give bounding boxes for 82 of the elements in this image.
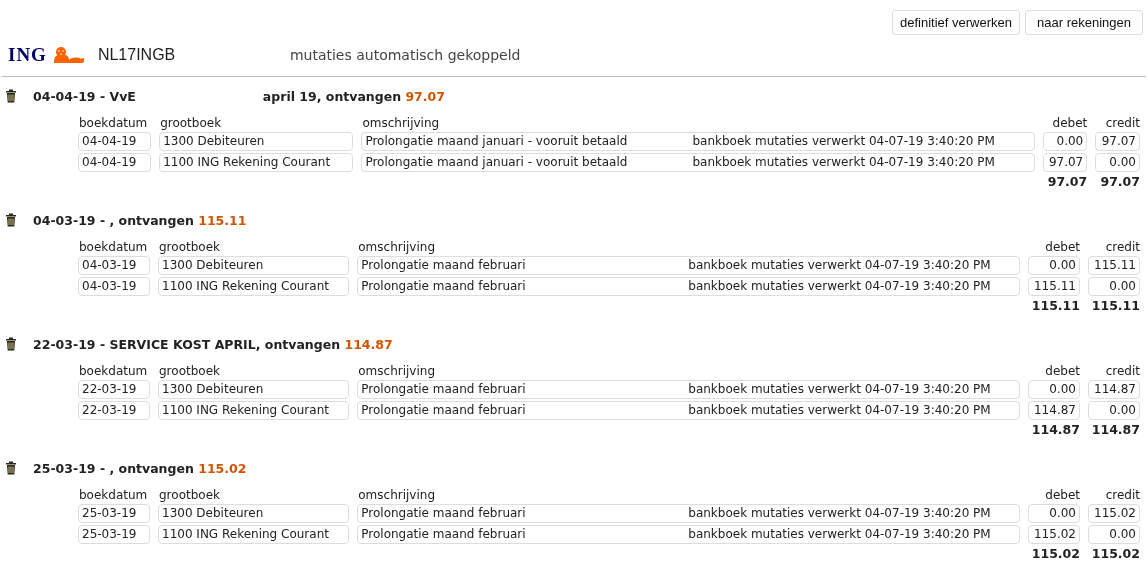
- date-field[interactable]: 04-03-19: [78, 256, 150, 275]
- column-header: omschrijving: [358, 364, 435, 378]
- credit-total: 97.07: [1100, 174, 1140, 189]
- column-header: debet: [1052, 116, 1088, 130]
- debet-field[interactable]: 115.02: [1028, 525, 1080, 544]
- column-header: omschrijving: [358, 488, 435, 502]
- description-field[interactable]: Prolongatie maand januari - vooruit betaald bankboek mutaties verwerkt 04-07-19 3:40:20 PM: [361, 132, 1035, 151]
- ledger-field[interactable]: 1100 ING Rekening Courant: [158, 401, 350, 420]
- entry-title: 25-03-19 - , ontvangen 115.02: [33, 460, 247, 476]
- debet-total: 115.02: [1031, 546, 1080, 561]
- description-field[interactable]: Prolongatie maand januari - vooruit betaald bankboek mutaties verwerkt 04-07-19 3:40:20 PM: [361, 153, 1035, 172]
- ledger-field[interactable]: 1100 ING Rekening Courant: [158, 525, 350, 544]
- credit-total: 114.87: [1091, 422, 1140, 437]
- column-header: debet: [1045, 364, 1080, 378]
- ledger-field[interactable]: 1100 ING Rekening Courant: [159, 153, 354, 172]
- ledger-field[interactable]: 1300 Debiteuren: [158, 380, 350, 399]
- debet-field[interactable]: 0.00: [1028, 504, 1080, 523]
- column-header: boekdatum: [79, 116, 148, 130]
- credit-field[interactable]: 0.00: [1095, 153, 1140, 172]
- credit-field[interactable]: 0.00: [1088, 525, 1140, 544]
- column-header: debet: [1045, 240, 1080, 254]
- trash-icon[interactable]: [5, 337, 17, 351]
- debet-field[interactable]: 114.87: [1028, 401, 1080, 420]
- column-header: credit: [1105, 488, 1140, 502]
- trash-icon[interactable]: [5, 89, 17, 103]
- credit-total: 115.02: [1091, 546, 1140, 561]
- column-header: grootboek: [159, 364, 220, 378]
- account-number: NL17INGB: [97, 46, 177, 64]
- date-field[interactable]: 25-03-19: [78, 504, 150, 523]
- description-field[interactable]: Prolongatie maand februari bankboek mutaties verwerkt 04-07-19 3:40:20 PM: [357, 277, 1020, 296]
- description-field[interactable]: Prolongatie maand februari bankboek mutaties verwerkt 04-07-19 3:40:20 PM: [357, 256, 1020, 275]
- date-field[interactable]: 25-03-19: [78, 525, 150, 544]
- column-header: grootboek: [159, 488, 220, 502]
- ledger-field[interactable]: 1300 Debiteuren: [158, 504, 350, 523]
- entry-title: 04-04-19 - VvE: [33, 88, 136, 104]
- date-field[interactable]: 04-04-19: [78, 132, 152, 151]
- column-header: debet: [1045, 488, 1080, 502]
- debet-field[interactable]: 97.07: [1042, 153, 1088, 172]
- credit-field[interactable]: 0.00: [1088, 277, 1140, 296]
- column-header: credit: [1105, 364, 1140, 378]
- credit-field[interactable]: 115.11: [1088, 256, 1140, 275]
- column-header: credit: [1105, 240, 1140, 254]
- date-field[interactable]: 22-03-19: [78, 401, 150, 420]
- debet-total: 115.11: [1031, 298, 1080, 313]
- entry-title: 22-03-19 - SERVICE KOST APRIL, ontvangen 114.87: [33, 336, 393, 352]
- action-button[interactable]: naar rekeningen: [1025, 10, 1143, 35]
- credit-field[interactable]: 114.87: [1088, 380, 1140, 399]
- logo-text: ING: [8, 44, 47, 66]
- column-header: boekdatum: [79, 240, 148, 254]
- column-header: credit: [1105, 116, 1140, 130]
- debet-total: 114.87: [1031, 422, 1080, 437]
- credit-field[interactable]: 115.02: [1088, 504, 1140, 523]
- ledger-field[interactable]: 1300 Debiteuren: [158, 256, 350, 275]
- ledger-field[interactable]: 1100 ING Rekening Courant: [158, 277, 350, 296]
- credit-field[interactable]: 97.07: [1095, 132, 1140, 151]
- column-header: omschrijving: [358, 240, 435, 254]
- column-header: grootboek: [160, 116, 222, 130]
- credit-field[interactable]: 0.00: [1088, 401, 1140, 420]
- trash-icon[interactable]: [5, 213, 17, 227]
- date-field[interactable]: 04-03-19: [78, 277, 150, 296]
- status-text: mutaties automatisch gekoppeld: [289, 47, 521, 63]
- description-field[interactable]: Prolongatie maand februari bankboek mutaties verwerkt 04-07-19 3:40:20 PM: [357, 380, 1020, 399]
- date-field[interactable]: 04-04-19: [78, 153, 152, 172]
- ledger-field[interactable]: 1300 Debiteuren: [159, 132, 354, 151]
- credit-total: 115.11: [1091, 298, 1140, 313]
- description-field[interactable]: Prolongatie maand februari bankboek mutaties verwerkt 04-07-19 3:40:20 PM: [357, 401, 1020, 420]
- column-header: omschrijving: [362, 116, 440, 130]
- description-field[interactable]: Prolongatie maand februari bankboek mutaties verwerkt 04-07-19 3:40:20 PM: [357, 525, 1020, 544]
- trash-icon[interactable]: [5, 461, 17, 475]
- column-header: grootboek: [159, 240, 220, 254]
- debet-field[interactable]: 0.00: [1028, 256, 1080, 275]
- date-field[interactable]: 22-03-19: [78, 380, 150, 399]
- action-button[interactable]: definitief verwerken: [892, 10, 1021, 35]
- entry-subtitle: april 19, ontvangen 97.07: [262, 88, 445, 104]
- debet-field[interactable]: 0.00: [1042, 132, 1088, 151]
- column-header: boekdatum: [79, 488, 148, 502]
- debet-field[interactable]: 0.00: [1028, 380, 1080, 399]
- debet-total: 97.07: [1047, 174, 1088, 189]
- debet-field[interactable]: 115.11: [1028, 277, 1080, 296]
- description-field[interactable]: Prolongatie maand februari bankboek mutaties verwerkt 04-07-19 3:40:20 PM: [357, 504, 1020, 523]
- column-header: boekdatum: [79, 364, 148, 378]
- entry-title: 04-03-19 - , ontvangen 115.11: [33, 212, 247, 228]
